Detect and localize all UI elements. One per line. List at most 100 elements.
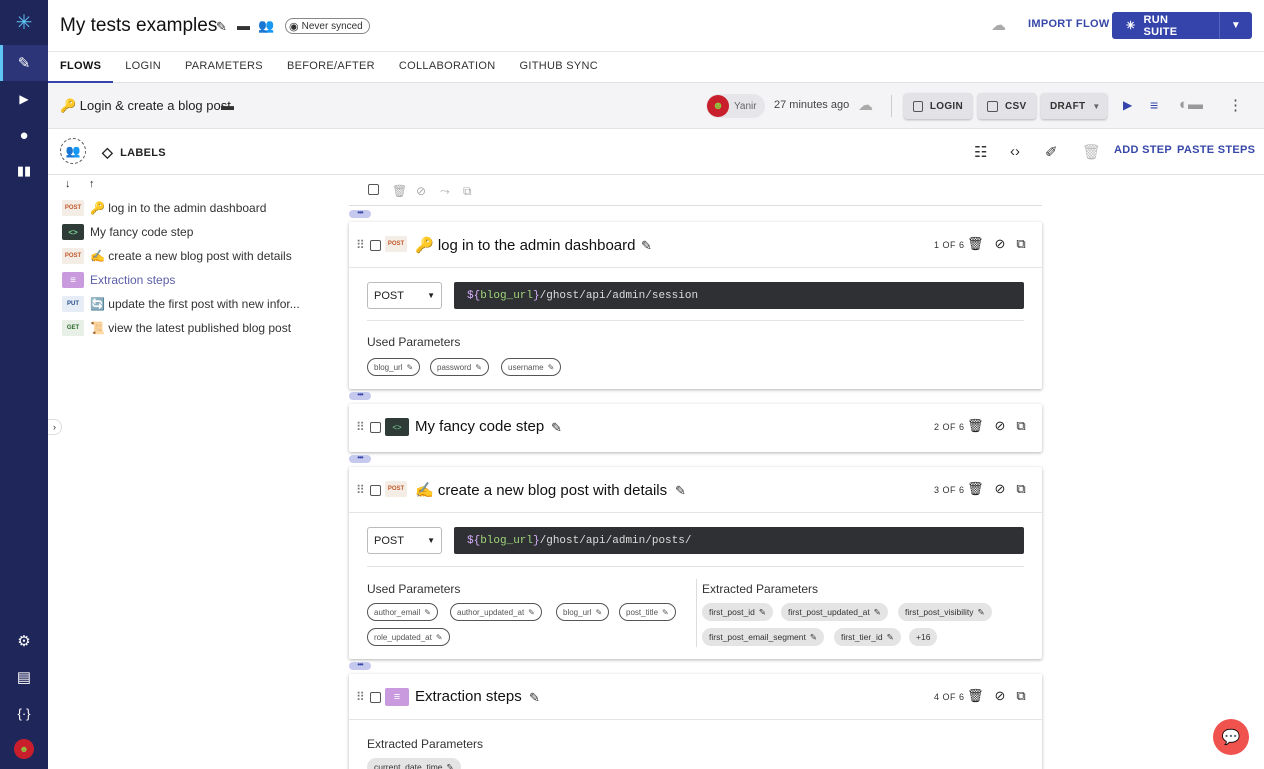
extracted-chip[interactable]: first_post_id ✎ <box>702 603 773 621</box>
step-checkbox[interactable] <box>370 422 381 433</box>
tab-github-sync[interactable]: GITHUB SYNC <box>508 52 610 83</box>
run-suite-dropdown-icon[interactable]: ▼ <box>1220 20 1252 31</box>
code-icon[interactable]: ‹› <box>1010 143 1020 160</box>
drag-handle-icon[interactable]: ⠿ <box>356 483 365 497</box>
add-step-button[interactable]: ADD STEP <box>1114 144 1172 156</box>
variables-nav-icon[interactable]: {·} <box>0 695 48 731</box>
delete-step-icon[interactable]: 🗑 <box>967 236 984 252</box>
insert-step-handle[interactable]: ••• <box>349 391 371 400</box>
param-chip[interactable]: blog_url ✎ <box>556 603 610 621</box>
run-suite-button[interactable]: ✳ RUN SUITE ▼ <box>1112 12 1252 39</box>
copy-step-icon[interactable]: ⧉ <box>1016 481 1025 497</box>
url-input[interactable]: ${blog_url}/ghost/api/admin/session <box>454 282 1024 309</box>
param-chip[interactable]: post_title ✎ <box>619 603 676 621</box>
assign-users-icon[interactable]: 👥 <box>60 138 86 164</box>
param-chip[interactable]: role_updated_at ✎ <box>367 628 450 646</box>
logo-icon[interactable]: ✳ <box>0 4 48 40</box>
disable-step-icon[interactable]: ⊘ <box>995 236 1006 252</box>
drag-handle-icon[interactable]: ⠿ <box>356 238 365 252</box>
step-checkbox[interactable] <box>370 485 381 496</box>
method-select[interactable]: POST ▼ <box>367 282 442 309</box>
more-extracted-chip[interactable]: +16 <box>909 628 938 646</box>
copy-step-icon[interactable]: ⧉ <box>1016 418 1025 434</box>
labels-button[interactable]: ◇ LABELS <box>102 144 166 161</box>
bulk-disable-icon[interactable]: ⊘ <box>416 184 426 198</box>
copy-step-icon[interactable]: ⧉ <box>1016 236 1025 252</box>
param-chip[interactable]: password ✎ <box>430 358 489 376</box>
select-all-checkbox[interactable] <box>368 184 379 198</box>
edit-step-title-icon[interactable]: ✎ <box>641 238 652 254</box>
csv-toggle-button[interactable]: CSV <box>978 93 1036 119</box>
flow-comment-icon[interactable]: ▬ <box>221 98 234 113</box>
bulk-delete-icon[interactable]: 🗑 <box>392 184 407 198</box>
sidebar-step-5[interactable]: PUT 🔄 update the first post with new info… <box>62 295 300 313</box>
param-chip[interactable]: author_updated_at ✎ <box>450 603 542 621</box>
disable-step-icon[interactable]: ⊘ <box>995 481 1006 497</box>
import-flow-button[interactable]: IMPORT FLOW <box>1028 18 1110 30</box>
drag-handle-icon[interactable]: ⠿ <box>356 420 365 434</box>
magic-wand-icon[interactable]: ✐ <box>1045 143 1058 161</box>
settings-nav-icon[interactable]: ⚙ <box>0 623 48 659</box>
insert-step-handle[interactable]: ••• <box>349 209 371 218</box>
delete-all-icon[interactable]: 🗑 <box>1082 143 1101 161</box>
param-chip[interactable]: username ✎ <box>501 358 562 376</box>
more-vert-icon[interactable]: ⋮ <box>1228 96 1243 114</box>
arrow-up-icon[interactable]: ↑ <box>89 178 95 190</box>
paste-steps-button[interactable]: PASTE STEPS <box>1177 144 1255 156</box>
run-nav-icon[interactable]: ▶ <box>0 81 48 117</box>
copy-step-icon[interactable]: ⧉ <box>1016 688 1025 704</box>
edit-step-title-icon[interactable]: ✎ <box>551 420 562 436</box>
sidebar-step-4[interactable]: ≡ Extraction steps <box>62 271 175 289</box>
param-chip[interactable]: blog_url ✎ <box>367 358 421 376</box>
delete-step-icon[interactable]: 🗑 <box>967 481 984 497</box>
delete-step-icon[interactable]: 🗑 <box>967 688 984 704</box>
bulk-copy-icon[interactable]: ⧉ <box>463 184 472 199</box>
run-list-icon[interactable]: ≡ <box>1150 97 1158 113</box>
extracted-chip[interactable]: first_post_email_segment ✎ <box>702 628 824 646</box>
step-checkbox[interactable] <box>370 692 381 703</box>
bulk-share-icon[interactable]: ⤳ <box>440 184 450 199</box>
arrow-down-icon[interactable]: ↓ <box>65 178 71 190</box>
tune-icon[interactable]: ☷ <box>974 143 987 161</box>
insert-step-handle[interactable]: ••• <box>349 454 371 463</box>
comment-icon[interactable]: ▬ <box>237 18 250 33</box>
extracted-chip[interactable]: current_date_time ✎ <box>367 758 461 769</box>
url-input[interactable]: ${blog_url}/ghost/api/admin/posts/ <box>454 527 1024 554</box>
share-users-icon[interactable]: 👥 <box>258 18 274 34</box>
tab-collaboration[interactable]: COLLABORATION <box>387 52 508 83</box>
sidebar-step-1[interactable]: POST 🔑 log in to the admin dashboard <box>62 199 266 217</box>
edit-title-icon[interactable]: ✎ <box>216 19 227 35</box>
edit-step-title-icon[interactable]: ✎ <box>529 690 540 706</box>
sidebar-step-3[interactable]: POST ✍️ create a new blog post with detai… <box>62 247 292 265</box>
drag-handle-icon[interactable]: ⠿ <box>356 690 365 704</box>
delete-step-icon[interactable]: 🗑 <box>967 418 984 434</box>
play-flow-icon[interactable]: ▶ <box>1123 98 1132 112</box>
sidebar-step-2[interactable]: <> My fancy code step <box>62 223 193 241</box>
extracted-chip[interactable]: first_post_visibility ✎ <box>898 603 992 621</box>
param-chip[interactable]: author_email ✎ <box>367 603 438 621</box>
extracted-chip[interactable]: first_tier_id ✎ <box>834 628 901 646</box>
edit-step-title-icon[interactable]: ✎ <box>675 483 686 499</box>
user-avatar[interactable]: ☻ <box>0 731 48 767</box>
step-checkbox[interactable] <box>370 240 381 251</box>
draft-select[interactable]: DRAFT ▼ <box>1041 93 1107 119</box>
tab-login[interactable]: LOGIN <box>113 52 173 83</box>
schedule-toggle-icon[interactable]: ◐▬ <box>1179 96 1203 113</box>
method-select[interactable]: POST ▼ <box>367 527 442 554</box>
edit-nav-icon[interactable]: ✎ <box>0 45 48 81</box>
disable-step-icon[interactable]: ⊘ <box>995 688 1006 704</box>
insert-step-handle[interactable]: ••• <box>349 661 371 670</box>
tab-before-after[interactable]: BEFORE/AFTER <box>275 52 387 83</box>
tab-flows[interactable]: FLOWS <box>48 52 114 83</box>
login-toggle-button[interactable]: LOGIN <box>904 93 972 119</box>
disable-step-icon[interactable]: ⊘ <box>995 418 1006 434</box>
expand-sidebar-icon[interactable]: › <box>48 419 62 435</box>
analytics-nav-icon[interactable]: ▮▮ <box>0 153 48 189</box>
github-sync-badge[interactable]: ◉ Never synced <box>285 18 370 34</box>
clipboard-nav-icon[interactable]: ▤ <box>0 659 48 695</box>
extracted-chip[interactable]: first_post_updated_at ✎ <box>781 603 888 621</box>
monitor-nav-icon[interactable]: ● <box>0 117 48 153</box>
tab-parameters[interactable]: PARAMETERS <box>173 52 275 83</box>
chat-support-icon[interactable]: 💬 <box>1213 719 1249 755</box>
sidebar-step-6[interactable]: GET 📜 view the latest published blog post <box>62 319 291 337</box>
